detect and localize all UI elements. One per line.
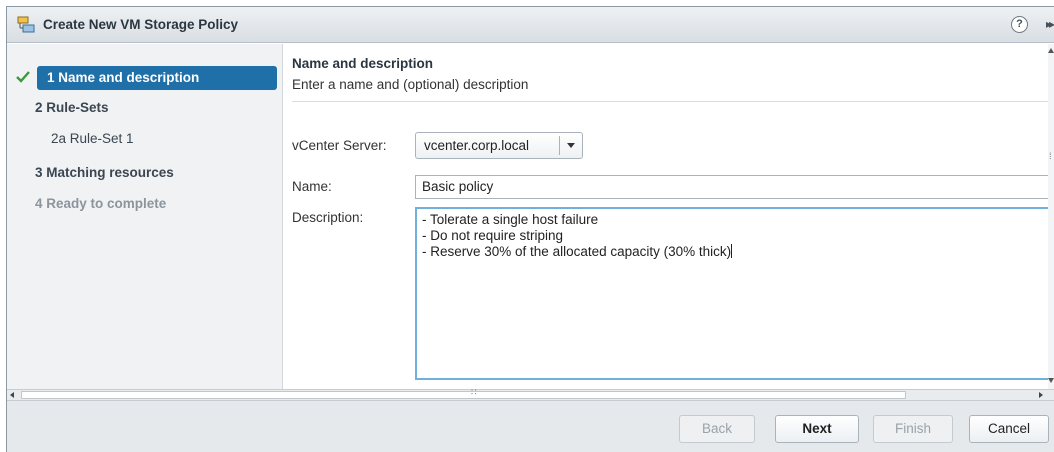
scroll-left-icon[interactable] [10, 392, 14, 398]
cancel-button[interactable]: Cancel [969, 415, 1049, 443]
section-title: Name and description [292, 56, 434, 71]
section-subtitle: Enter a name and (optional) description [292, 77, 529, 92]
scroll-grip-icon: ∷ [471, 387, 477, 397]
scroll-down-icon[interactable] [1048, 378, 1054, 383]
horizontal-scroll-thumb[interactable] [21, 391, 906, 399]
back-button[interactable]: Back [679, 415, 755, 443]
nav-step-name-description[interactable]: 1 Name and description [37, 66, 277, 90]
help-icon[interactable]: ? [1011, 16, 1028, 33]
vcenter-label: vCenter Server: [292, 138, 387, 153]
check-icon [16, 71, 30, 83]
nav-step-ready-to-complete: 4 Ready to complete [35, 196, 167, 211]
dialog-title: Create New VM Storage Policy [43, 17, 239, 32]
next-button[interactable]: Next [775, 415, 859, 443]
select-separator [559, 136, 560, 155]
create-vm-storage-policy-dialog: Create New VM Storage Policy ? ▸▸ 1 Name… [6, 6, 1054, 452]
section-divider [292, 101, 1052, 102]
dialog-titlebar: Create New VM Storage Policy ? ▸▸ [7, 7, 1054, 43]
description-label: Description: [292, 210, 364, 225]
description-textarea[interactable]: - Tolerate a single host failure - Do no… [415, 207, 1054, 380]
chevron-down-icon[interactable] [567, 143, 575, 148]
dialog-footer: Back Next Finish Cancel [7, 401, 1054, 452]
name-label: Name: [292, 179, 332, 194]
nav-step-rule-set-1[interactable]: 2a Rule-Set 1 [51, 127, 134, 151]
name-input[interactable]: Basic policy [415, 175, 1054, 199]
scroll-grip-icon[interactable]: ⁞ [1049, 151, 1052, 161]
scroll-up-icon[interactable] [1048, 48, 1054, 53]
wizard-steps-nav: 1 Name and description 2 Rule-Sets 2a Ru… [7, 44, 283, 389]
nav-step-rule-sets[interactable]: 2 Rule-Sets [35, 96, 109, 120]
horizontal-scrollbar[interactable]: ∷ [7, 387, 1054, 401]
scroll-right-icon[interactable] [1039, 392, 1043, 398]
expand-icon[interactable]: ▸▸ [1046, 17, 1054, 31]
vertical-scrollbar[interactable]: ⁞ [1048, 44, 1054, 389]
description-text: - Tolerate a single host failure - Do no… [422, 212, 732, 259]
finish-button[interactable]: Finish [873, 415, 953, 443]
step-content: Name and description Enter a name and (o… [284, 44, 1054, 389]
nav-step-matching-resources[interactable]: 3 Matching resources [35, 161, 174, 185]
text-caret [731, 244, 733, 258]
storage-policy-icon [17, 16, 35, 33]
vcenter-select-value: vcenter.corp.local [424, 138, 530, 153]
vcenter-select[interactable]: vcenter.corp.local [415, 132, 583, 159]
